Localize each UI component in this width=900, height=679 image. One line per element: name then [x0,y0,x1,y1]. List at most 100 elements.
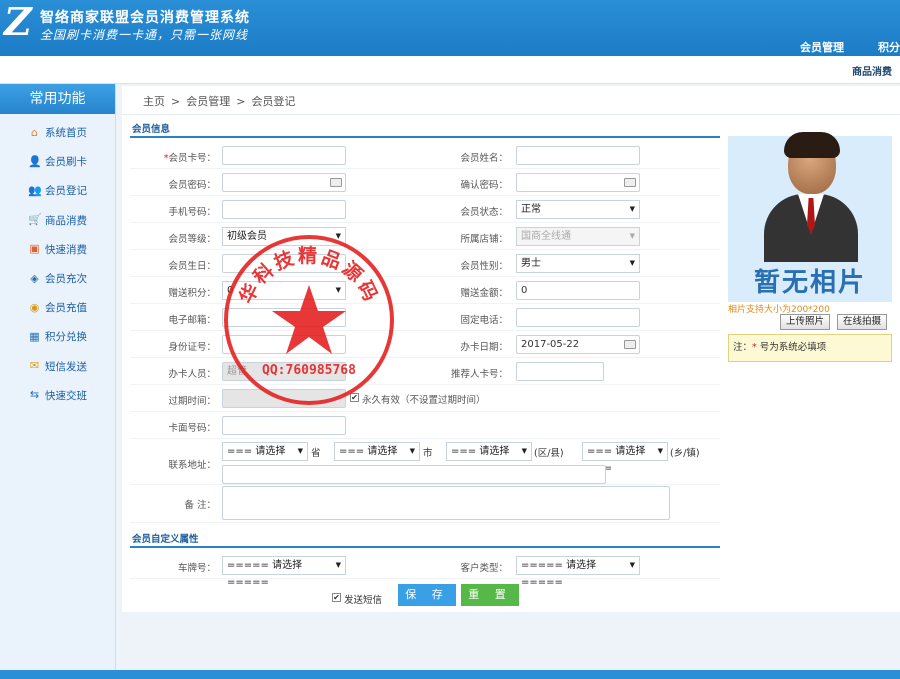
province-select[interactable]: === 请选择 === [222,442,308,474]
top-nav-points[interactable]: 积分 [878,39,900,55]
remark-label: 备 注： [184,500,216,511]
sidebar-item-sms[interactable]: ✉ 短信发送 [0,352,115,381]
keyboard-icon[interactable] [330,178,342,187]
address-label: 联系地址： [168,460,216,471]
confirm-password-input[interactable] [516,173,640,192]
id-no-label: 身份证号： [168,342,216,353]
town-select[interactable]: === 请选择 === [582,442,668,474]
remark-row: 备 注： [130,485,720,523]
section-title-member-info: 会员信息 [132,124,171,135]
gift-amount-input[interactable]: 0 [516,281,640,300]
form-row: 电子邮箱： 固定电话： [130,304,720,331]
breadcrumb: 主页 > 会员管理 > 会员登记 [143,95,296,108]
form-row: 会员密码： 确认密码： [130,169,720,196]
referrer-input[interactable] [516,362,604,381]
email-input[interactable] [222,308,346,327]
sms-icon: ✉ [29,359,40,373]
form-row: *会员卡号： 会员姓名： [130,142,720,169]
status-select[interactable]: 正常 [516,200,640,219]
card-no-input[interactable] [222,146,346,165]
form-row: 会员生日： 会员性别： 男士 [130,250,720,277]
sidebar-item-register[interactable]: 👥 会员登记 [0,176,115,205]
sub-nav-goods[interactable]: 商品消费 [852,63,892,78]
form-row: 手机号码： 会员状态： 正常 [130,196,720,223]
sidebar-list: ⌂ 系统首页 👤 会员刷卡 👥 会员登记 🛒 商品消费 ▣ 快速消费 ◈ 会员充次 ◉ 会员充… [0,118,115,410]
no-photo-text: 暂无相片 [753,268,866,298]
capture-photo-button[interactable]: 在线拍摄 [837,314,888,330]
sidebar-item-quick-pay[interactable]: ▣ 快速消费 [0,235,115,264]
calendar-icon[interactable] [624,340,636,349]
gender-label: 会员性别： [460,261,508,272]
remark-textarea[interactable] [222,486,670,520]
breadcrumb-divider [122,114,900,115]
sidebar-item-recharge-count[interactable]: ◈ 会员充次 [0,264,115,293]
form-row: 赠送积分： 0 赠送金额： 0 [130,277,720,304]
address-detail-input[interactable] [222,465,606,484]
issue-date-input[interactable]: 2017-05-22 [516,335,640,354]
sidebar-item-recharge[interactable]: ◉ 会员充值 [0,293,115,322]
phone-label: 手机号码： [168,207,216,218]
address-row: 联系地址： === 请选择 === 省 === 请选择 === 市 === 请选… [130,439,720,485]
customer-type-select[interactable]: ===== 请选择 ===== [516,556,640,588]
upload-photo-button[interactable]: 上传照片 [780,314,831,330]
keyboard-icon[interactable] [624,178,636,187]
footer-bar [0,670,900,679]
top-nav: 会员管理 积分 [800,39,900,55]
referrer-label: 推荐人卡号： [450,369,508,380]
save-button[interactable]: 保 存 [398,584,456,606]
gender-select[interactable]: 男士 [516,254,640,273]
password-label: 会员密码： [168,180,216,191]
name-input[interactable] [516,146,640,165]
required-note: 注：* 号为系统必填项 [728,334,892,362]
top-nav-member[interactable]: 会员管理 [800,39,844,55]
app-header: Z 智络商家联盟会员消费管理系统 全国刷卡消费一卡通，只需一张网线 会员管理 积… [0,0,900,56]
sidebar-item-handover[interactable]: ⇆ 快速交班 [0,381,115,410]
logo-icon: Z [4,0,32,44]
sidebar-item-swipe[interactable]: 👤 会员刷卡 [0,147,115,176]
handover-icon: ⇆ [29,388,40,402]
status-label: 会员状态： [460,207,508,218]
landline-label: 固定电话： [460,315,508,326]
plate-select[interactable]: ===== 请选择 ===== [222,556,346,588]
city-select[interactable]: === 请选择 === [334,442,420,474]
breadcrumb-register: 会员登记 [251,95,296,108]
permanent-checkbox[interactable]: ✔ [350,393,359,402]
breadcrumb-home[interactable]: 主页 [143,95,165,108]
level-select[interactable]: 初级会员 [222,227,346,246]
phone-input[interactable] [222,200,346,219]
form-row: 会员等级： 初级会员 所属店铺： 国商全线通 [130,223,720,250]
gift-points-select[interactable]: 0 [222,281,346,300]
store-label: 所属店铺： [460,234,508,245]
section-title-custom: 会员自定义属性 [132,534,199,545]
sidebar-item-home[interactable]: ⌂ 系统首页 [0,118,115,147]
send-sms-checkbox[interactable]: ✔ [332,593,341,602]
sidebar-item-goods[interactable]: 🛒 商品消费 [0,206,115,235]
cart-icon: 🛒 [28,213,42,227]
district-select[interactable]: === 请选择 === [446,442,532,474]
gift-points-label: 赠送积分： [168,288,216,299]
sub-nav: 商品消费 [0,56,900,84]
breadcrumb-member[interactable]: 会员管理 [186,95,230,108]
form-row: 身份证号： 办卡日期： 2017-05-22 [130,331,720,358]
gift-amount-label: 赠送金额： [460,288,508,299]
face-no-input[interactable] [222,416,346,435]
operator-input: 超管 [222,362,346,381]
reset-button[interactable]: 重 置 [461,584,519,606]
home-icon: ⌂ [31,125,38,139]
points-icon: ▦ [29,329,40,343]
sidebar-item-points[interactable]: ▦ 积分兑换 [0,322,115,351]
member-register-icon: 👥 [28,183,42,197]
form-row: 卡面号码： [130,412,720,439]
birthday-input[interactable] [222,254,346,273]
issue-date-label: 办卡日期： [460,342,508,353]
photo-placeholder: 暂无相片 [728,132,892,302]
id-no-input[interactable] [222,335,346,354]
landline-input[interactable] [516,308,640,327]
birthday-label: 会员生日： [168,261,216,272]
member-swipe-icon: 👤 [28,154,42,168]
sidebar: 常用功能 ⌂ 系统首页 👤 会员刷卡 👥 会员登记 🛒 商品消费 ▣ 快速消费 ◈ 会员充次… [0,84,116,674]
password-input[interactable] [222,173,346,192]
plate-label: 车牌号： [177,563,216,574]
level-label: 会员等级： [168,234,216,245]
customer-type-label: 客户类型： [460,563,508,574]
